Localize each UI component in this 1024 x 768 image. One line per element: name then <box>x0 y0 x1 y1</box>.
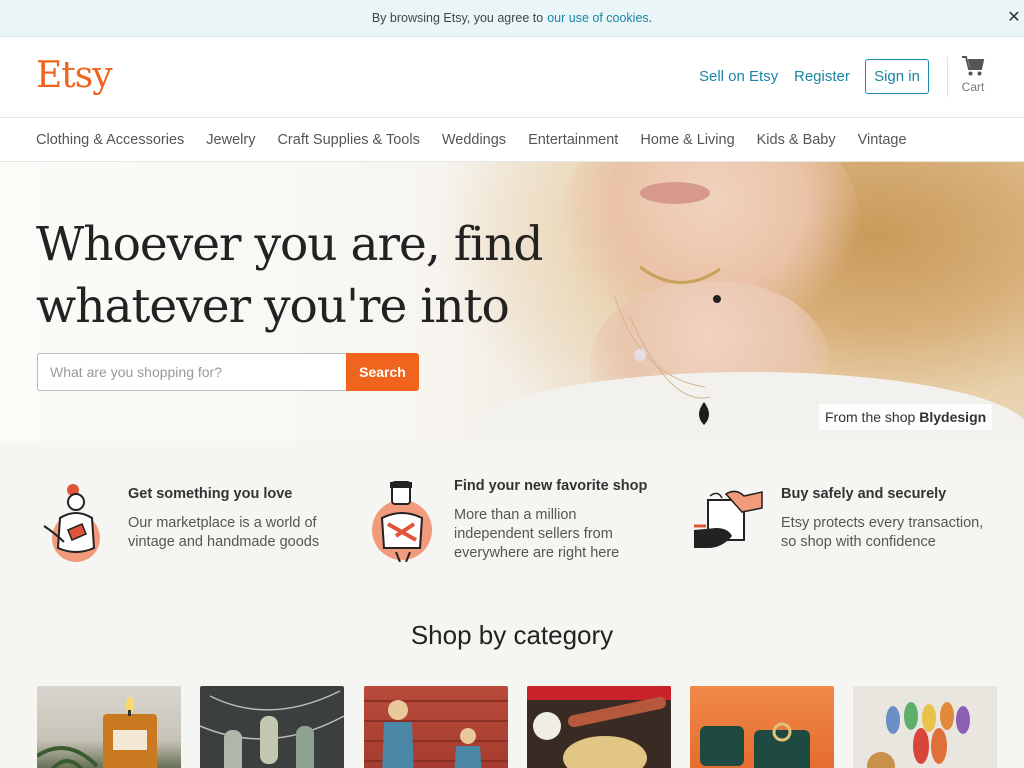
sell-on-etsy-link[interactable]: Sell on Etsy <box>699 68 778 85</box>
ring-box-image-icon <box>700 722 810 768</box>
candle-image-icon <box>37 697 157 768</box>
family-image-icon <box>364 700 508 768</box>
nav-item-craft-supplies[interactable]: Craft Supplies & Tools <box>277 132 419 148</box>
cart-icon <box>962 56 985 76</box>
nav-item-home-living[interactable]: Home & Living <box>640 132 734 148</box>
search-input[interactable] <box>37 353 347 391</box>
search-button[interactable]: Search <box>346 353 419 391</box>
bowling-pins-image-icon <box>867 702 970 768</box>
shop-illustration-icon <box>372 481 432 562</box>
baking-image-icon <box>527 686 671 768</box>
value-prop-desc: More than a million independent sellers … <box>454 507 620 561</box>
category-tile-home[interactable] <box>37 686 181 768</box>
register-link[interactable]: Register <box>794 68 850 85</box>
category-tile-weddings[interactable] <box>690 686 834 768</box>
category-nav: Clothing & Accessories Jewelry Craft Sup… <box>0 117 1024 162</box>
value-prop-secure: Buy safely and securely Etsy protects ev… <box>781 486 1001 552</box>
hero-photo-lips <box>640 182 710 204</box>
nav-item-kids-baby[interactable]: Kids & Baby <box>757 132 836 148</box>
site-header: Etsy Sell on Etsy Register Sign in Cart <box>0 37 1024 117</box>
cart-button[interactable]: Cart <box>955 55 991 94</box>
value-prop-love: Get something you love Our marketplace i… <box>128 486 338 552</box>
cookie-banner: By browsing Etsy, you agree to our use o… <box>0 0 1024 37</box>
cookie-text: By browsing Etsy, you agree to <box>371 11 544 25</box>
category-tile-kids-baby[interactable] <box>853 686 997 768</box>
sign-in-button[interactable]: Sign in <box>865 59 929 94</box>
shop-credit[interactable]: From the shop Blydesign <box>819 404 993 430</box>
hero-headline: Whoever you are, find whatever you're in… <box>36 214 543 338</box>
cookie-policy-link[interactable]: our use of cookies <box>547 11 648 25</box>
value-prop-title: Find your new favorite shop <box>454 478 648 494</box>
nav-item-clothing[interactable]: Clothing & Accessories <box>36 132 184 148</box>
value-prop-shop: Find your new favorite shop More than a … <box>454 478 647 563</box>
etsy-logo[interactable]: Etsy <box>36 55 113 96</box>
shop-credit-name[interactable]: Blydesign <box>919 409 986 425</box>
category-tile-craft-supplies[interactable] <box>527 686 671 768</box>
category-tile-clothing[interactable] <box>364 686 508 768</box>
shop-by-category-heading: Shop by category <box>410 620 614 650</box>
cart-label: Cart <box>961 80 985 94</box>
value-prop-title: Buy safely and securely <box>781 486 947 502</box>
close-icon[interactable]: ✕ <box>1006 9 1022 27</box>
hero-headline-line2: whatever you're into <box>36 279 510 334</box>
cookie-suffix: . <box>648 11 653 25</box>
value-prop-desc: Etsy protects every transaction, so shop… <box>781 515 984 550</box>
category-tile-jewelry[interactable] <box>200 686 344 768</box>
hero-headline-line1: Whoever you are, find <box>36 217 543 272</box>
header-divider <box>947 57 948 97</box>
value-prop-title: Get something you love <box>128 486 293 502</box>
secure-illustration-icon <box>694 490 763 548</box>
nav-item-vintage[interactable]: Vintage <box>858 132 907 148</box>
value-prop-desc: Our marketplace is a world of vintage an… <box>128 515 320 550</box>
love-illustration-icon <box>43 484 100 562</box>
hero-photo-necklace <box>614 265 721 425</box>
nav-item-weddings[interactable]: Weddings <box>442 132 506 148</box>
shop-credit-prefix: From the shop <box>825 409 916 425</box>
pendants-image-icon <box>200 690 344 768</box>
nav-item-entertainment[interactable]: Entertainment <box>528 132 618 148</box>
nav-item-jewelry[interactable]: Jewelry <box>206 132 255 148</box>
